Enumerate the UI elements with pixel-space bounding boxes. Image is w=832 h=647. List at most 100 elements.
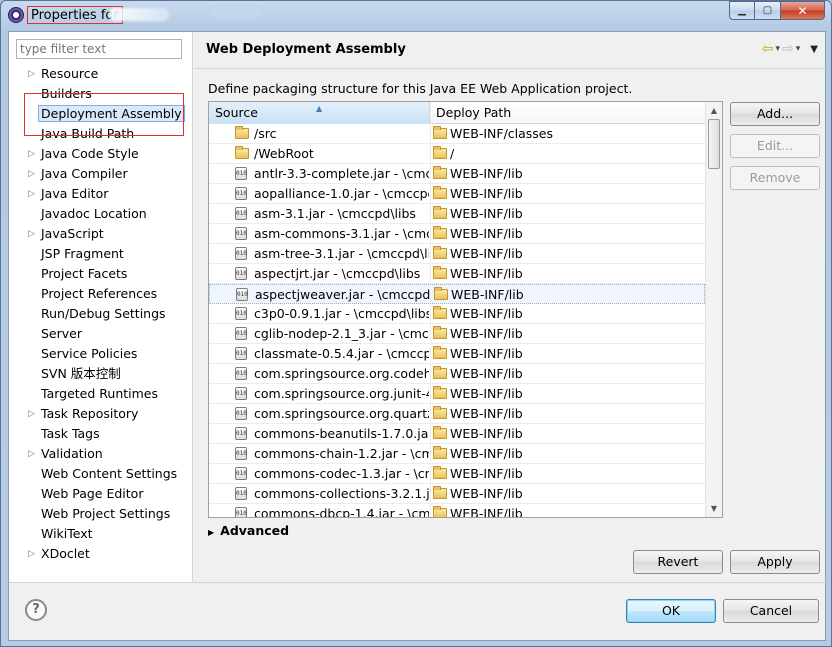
back-dropdown-icon[interactable]: ▾ bbox=[776, 44, 781, 54]
tree-item-label: Web Content Settings bbox=[41, 466, 178, 481]
table-row[interactable]: 010 commons-collections-3.2.1.jar WEB-INF/… bbox=[209, 484, 705, 504]
forward-dropdown-icon[interactable]: ▾ bbox=[796, 44, 801, 54]
table-row[interactable]: /src WEB-INF/classes bbox=[209, 124, 705, 144]
vertical-scrollbar[interactable]: ▲ ▼ bbox=[705, 102, 722, 517]
tree-expand-icon[interactable]: ▷ bbox=[28, 544, 38, 564]
deploy-path-cell: WEB-INF/lib bbox=[450, 306, 523, 321]
tree-item[interactable]: Task Tags bbox=[9, 424, 193, 444]
table-row[interactable]: 010 aopalliance-1.0.jar - \cmccpd\libs WEB… bbox=[209, 184, 705, 204]
table-row[interactable]: 010 asm-tree-3.1.jar - \cmccpd\libs WEB-IN… bbox=[209, 244, 705, 264]
source-cell: /WebRoot bbox=[254, 146, 314, 161]
tree-item[interactable]: WikiText bbox=[9, 524, 193, 544]
folder-icon bbox=[433, 146, 447, 160]
deploy-path-cell: WEB-INF/lib bbox=[450, 346, 523, 361]
tree-item-label: Project References bbox=[41, 286, 158, 301]
edit-button[interactable]: Edit... bbox=[730, 134, 820, 158]
tree-item[interactable]: ▷ Resource bbox=[9, 64, 193, 84]
tree-item[interactable]: ▷ Task Repository bbox=[9, 404, 193, 424]
scroll-down-icon[interactable]: ▼ bbox=[706, 500, 722, 517]
jar-icon: 010 bbox=[235, 407, 249, 420]
source-cell: aspectjweaver.jar - \cmccpd\libs bbox=[255, 287, 430, 302]
tree-item[interactable]: ▷ XDoclet bbox=[9, 544, 193, 564]
advanced-section-toggle[interactable]: ▶ Advanced bbox=[208, 523, 289, 538]
tree-item[interactable]: Run/Debug Settings bbox=[9, 304, 193, 324]
blurred-project-name bbox=[109, 8, 169, 21]
tree-expand-icon[interactable]: ▷ bbox=[28, 404, 38, 424]
folder-icon bbox=[433, 166, 447, 180]
source-column-header[interactable]: Source ▲ bbox=[209, 102, 430, 124]
table-row[interactable]: 010 classmate-0.5.4.jar - \cmccpd\libs WEB… bbox=[209, 344, 705, 364]
blurred-title-fragment bbox=[211, 10, 261, 19]
deploy-path-cell: WEB-INF/lib bbox=[450, 266, 523, 281]
deploy-path-cell: WEB-INF/lib bbox=[450, 166, 523, 181]
back-arrow-icon[interactable]: ⇦ bbox=[762, 41, 774, 57]
tree-item[interactable]: ▷ Validation bbox=[9, 444, 193, 464]
add-button[interactable]: Add... bbox=[730, 102, 820, 126]
table-row[interactable]: 010 commons-chain-1.2.jar - \cmccpd WEB-IN… bbox=[209, 444, 705, 464]
source-cell: aspectjrt.jar - \cmccpd\libs bbox=[254, 266, 421, 281]
tree-item[interactable]: ▷ Java Editor bbox=[9, 184, 193, 204]
remove-button[interactable]: Remove bbox=[730, 166, 820, 190]
deployment-assembly-table[interactable]: Source ▲ Deploy Path /src WEB-INF/classes… bbox=[208, 101, 723, 518]
deploy-path-cell: WEB-INF/lib bbox=[450, 506, 523, 518]
tree-item-label: Java Code Style bbox=[41, 146, 139, 161]
tree-item[interactable]: Server bbox=[9, 324, 193, 344]
ok-button[interactable]: OK bbox=[626, 599, 716, 623]
forward-arrow-icon[interactable]: ⇨ bbox=[782, 41, 794, 57]
table-row[interactable]: 010 commons-dbcp-1.4.jar - \cmccpd WEB-INF… bbox=[209, 504, 705, 518]
tree-expand-icon[interactable]: ▷ bbox=[28, 64, 38, 84]
deploy-path-cell: WEB-INF/lib bbox=[451, 287, 524, 302]
tree-item[interactable]: SVN 版本控制 bbox=[9, 364, 193, 384]
tree-expand-icon[interactable]: ▷ bbox=[28, 184, 38, 204]
help-icon[interactable]: ? bbox=[25, 599, 47, 621]
tree-item[interactable]: Web Content Settings bbox=[9, 464, 193, 484]
revert-button[interactable]: Revert bbox=[633, 550, 723, 574]
tree-expand-icon[interactable]: ▷ bbox=[28, 224, 38, 244]
minimize-button[interactable]: ▁ bbox=[729, 1, 755, 20]
table-row[interactable]: 010 commons-beanutils-1.7.0.jar - \cmccpd… bbox=[209, 424, 705, 444]
property-page-tree-pane: ▷ResourceBuildersDeployment AssemblyJava… bbox=[9, 32, 193, 582]
tree-item[interactable]: Javadoc Location bbox=[9, 204, 193, 224]
table-row[interactable]: 010 c3p0-0.9.1.jar - \cmccpd\libs WEB-INF/… bbox=[209, 304, 705, 324]
jar-icon: 010 bbox=[235, 387, 249, 400]
table-row[interactable]: 010 com.springsource.org.quartz-1 WEB-INF/… bbox=[209, 404, 705, 424]
cancel-button[interactable]: Cancel bbox=[723, 599, 819, 623]
source-cell: com.springsource.org.quartz-1 bbox=[254, 406, 429, 421]
table-row[interactable]: 010 aspectjrt.jar - \cmccpd\libs WEB-INF/l… bbox=[209, 264, 705, 284]
tree-item[interactable]: Service Policies bbox=[9, 344, 193, 364]
tree-item[interactable]: ▷ Java Code Style bbox=[9, 144, 193, 164]
tree-item[interactable]: JSP Fragment bbox=[9, 244, 193, 264]
table-row[interactable]: 010 com.springsource.org.junit-4.7 WEB-INF… bbox=[209, 384, 705, 404]
table-row[interactable]: 010 asm-3.1.jar - \cmccpd\libs WEB-INF/lib bbox=[209, 204, 705, 224]
table-row[interactable]: 010 aspectjweaver.jar - \cmccpd\libs WEB-I… bbox=[209, 284, 705, 304]
tree-item[interactable]: Web Page Editor bbox=[9, 484, 193, 504]
table-row[interactable]: 010 commons-codec-1.3.jar - \cmccpd WEB-IN… bbox=[209, 464, 705, 484]
view-menu-icon[interactable]: ▼ bbox=[810, 44, 818, 55]
close-button[interactable]: ✕ bbox=[781, 1, 825, 20]
tree-item[interactable]: Project Facets bbox=[9, 264, 193, 284]
filter-input[interactable] bbox=[16, 39, 182, 59]
table-row[interactable]: 010 asm-commons-3.1.jar - \cmccpd\libs WEB… bbox=[209, 224, 705, 244]
deploy-path-column-header[interactable]: Deploy Path bbox=[430, 102, 705, 124]
annotation-highlight-box bbox=[24, 93, 184, 136]
scroll-thumb[interactable] bbox=[708, 119, 720, 169]
tree-item[interactable]: Project References bbox=[9, 284, 193, 304]
table-row[interactable]: 010 antlr-3.3-complete.jar - \cmccpd\libs… bbox=[209, 164, 705, 184]
tree-item[interactable]: ▷ JavaScript bbox=[9, 224, 193, 244]
tree-expand-icon[interactable]: ▷ bbox=[28, 164, 38, 184]
tree-item[interactable]: Web Project Settings bbox=[9, 504, 193, 524]
page-title: Web Deployment Assembly bbox=[206, 42, 406, 57]
tree-item[interactable]: Targeted Runtimes bbox=[9, 384, 193, 404]
table-row[interactable]: 010 com.springsource.org.codehaus WEB-INF/… bbox=[209, 364, 705, 384]
jar-icon: 010 bbox=[235, 487, 249, 500]
maximize-button[interactable]: ▢ bbox=[755, 1, 781, 20]
tree-expand-icon[interactable]: ▷ bbox=[28, 144, 38, 164]
scroll-up-icon[interactable]: ▲ bbox=[706, 102, 722, 119]
tree-item[interactable]: ▷ Java Compiler bbox=[9, 164, 193, 184]
tree-expand-icon[interactable]: ▷ bbox=[28, 444, 38, 464]
apply-button[interactable]: Apply bbox=[730, 550, 820, 574]
property-page-content: Web Deployment Assembly ⇦ ▾ ⇨ ▾ ▼ Define… bbox=[194, 32, 826, 582]
table-row[interactable]: /WebRoot / bbox=[209, 144, 705, 164]
table-row[interactable]: 010 cglib-nodep-2.1_3.jar - \cmccpd\libs W… bbox=[209, 324, 705, 344]
deploy-path-cell: WEB-INF/lib bbox=[450, 426, 523, 441]
